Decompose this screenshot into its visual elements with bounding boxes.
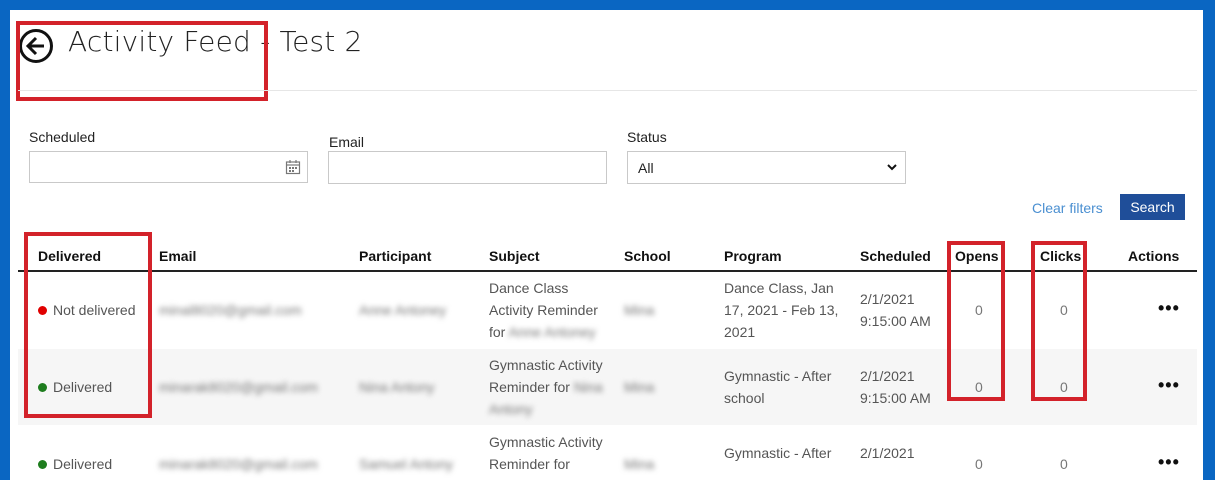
school-cell: Mina: [624, 379, 655, 395]
email-filter-label: Email: [329, 134, 365, 150]
email-cell: minal8020@gmail.com: [159, 302, 302, 318]
page-title: Activity Feed - Test 2: [68, 25, 363, 58]
row-actions-button[interactable]: •••: [1158, 451, 1180, 473]
opens-cell: 0: [975, 456, 983, 472]
row-actions-button[interactable]: •••: [1158, 374, 1180, 396]
email-filter-input[interactable]: [328, 151, 607, 184]
status-select[interactable]: All: [627, 151, 906, 184]
school-cell: Mina: [624, 302, 655, 318]
program-cell: Gymnastic - After: [724, 445, 832, 461]
col-header-school[interactable]: School: [624, 248, 671, 264]
participant-cell: Nina Antony: [359, 379, 435, 395]
participant-cell: Anne Antoney: [359, 302, 447, 318]
scheduled-cell: 2/1/2021 9:15:00 AM: [860, 291, 931, 329]
delivered-status: Delivered: [38, 376, 112, 398]
school-cell: Mina: [624, 456, 655, 472]
delivered-status: Delivered: [38, 453, 112, 475]
clear-filters-link[interactable]: Clear filters: [1032, 200, 1103, 216]
clicks-cell: 0: [1060, 379, 1068, 395]
col-header-actions: Actions: [1128, 248, 1180, 264]
status-dot: [38, 383, 47, 392]
col-header-subject[interactable]: Subject: [489, 248, 540, 264]
opens-cell: 0: [975, 302, 983, 318]
col-header-participant[interactable]: Participant: [359, 248, 431, 264]
program-cell: Gymnastic - After school: [724, 368, 832, 406]
calendar-button[interactable]: [278, 151, 308, 183]
status-dot: [38, 306, 47, 315]
clicks-cell: 0: [1060, 302, 1068, 318]
email-cell: minarak8020@gmail.com: [159, 456, 318, 472]
subject-cell: Dance Class Activity Reminder for Anne A…: [489, 280, 598, 340]
scheduled-cell: 2/1/2021 9:15:00 AM: [860, 368, 931, 406]
scheduled-filter-label: Scheduled: [29, 129, 96, 145]
program-cell: Dance Class, Jan 17, 2021 - Feb 13, 2021: [724, 280, 839, 340]
back-button[interactable]: [19, 29, 53, 63]
delivered-status: Not delivered: [38, 299, 136, 321]
col-header-delivered[interactable]: Delivered: [38, 248, 101, 264]
status-select-value: All: [638, 159, 654, 176]
arrow-left-icon: [25, 36, 44, 56]
clicks-cell: 0: [1060, 456, 1068, 472]
col-header-clicks[interactable]: Clicks: [1040, 248, 1081, 264]
col-header-email[interactable]: Email: [159, 248, 196, 264]
col-header-program[interactable]: Program: [724, 248, 782, 264]
opens-cell: 0: [975, 379, 983, 395]
chevron-down-icon: [887, 164, 897, 171]
scheduled-date-input[interactable]: [29, 151, 279, 183]
subject-cell: Gymnastic Activity Reminder for Nina Ant…: [489, 357, 603, 417]
col-header-opens[interactable]: Opens: [955, 248, 999, 264]
status-filter-label: Status: [627, 129, 667, 145]
search-button[interactable]: Search: [1120, 194, 1185, 220]
email-cell: minarak8020@gmail.com: [159, 379, 318, 395]
scheduled-cell: 2/1/2021: [860, 445, 915, 461]
calendar-icon: [285, 160, 300, 175]
status-dot: [38, 460, 47, 469]
row-actions-button[interactable]: •••: [1158, 297, 1180, 319]
subject-cell: Gymnastic Activity Reminder for: [489, 434, 603, 472]
participant-cell: Samuel Antony: [359, 456, 454, 472]
col-header-scheduled[interactable]: Scheduled: [860, 248, 931, 264]
header-divider: [18, 90, 1197, 91]
